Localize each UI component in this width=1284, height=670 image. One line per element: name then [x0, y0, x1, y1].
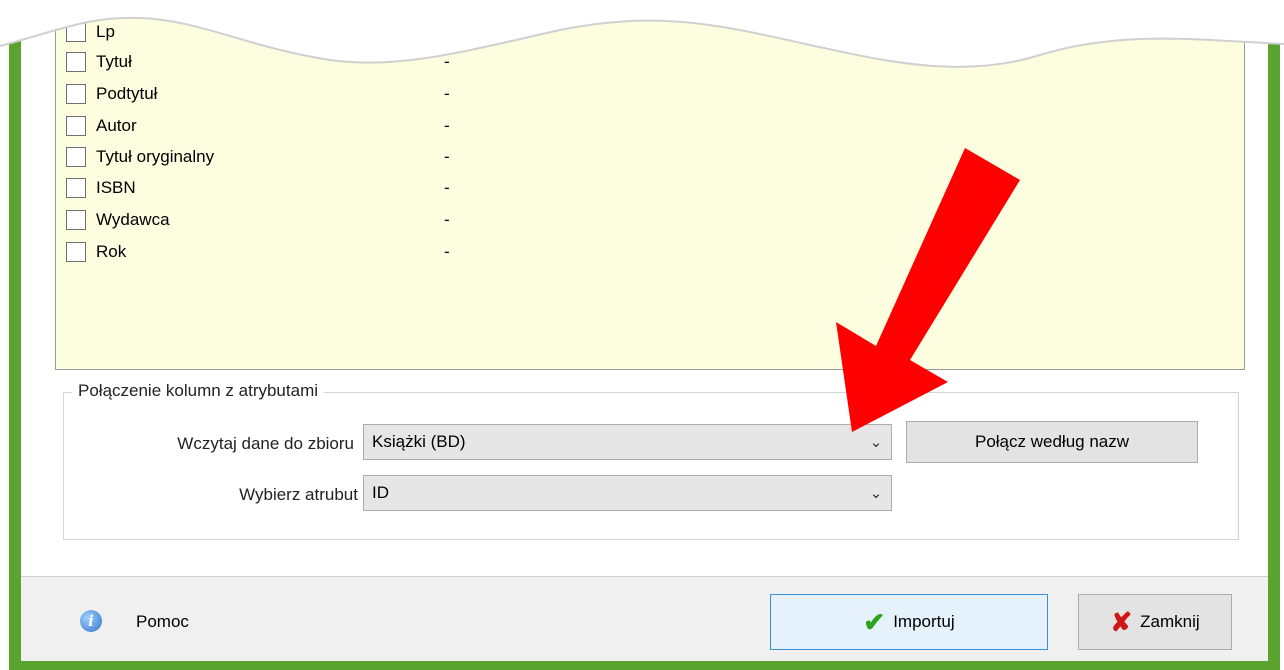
dialog-frame: Lp - Tytuł Podtytuł - Autor - Tytuł oryg… — [0, 0, 1284, 670]
import-label: Importuj — [893, 612, 955, 631]
x-icon: ✘ — [1110, 607, 1133, 637]
import-button[interactable]: ✔ Importuj — [770, 594, 1048, 650]
help-link[interactable]: Pomoc — [136, 612, 189, 632]
checkmark-icon: ✔ — [863, 607, 886, 637]
info-circle-icon[interactable]: i — [80, 610, 102, 632]
red-arrow-annotation — [836, 148, 1020, 432]
close-label: Zamknij — [1140, 612, 1200, 631]
close-button[interactable]: ✘ Zamknij — [1078, 594, 1232, 650]
